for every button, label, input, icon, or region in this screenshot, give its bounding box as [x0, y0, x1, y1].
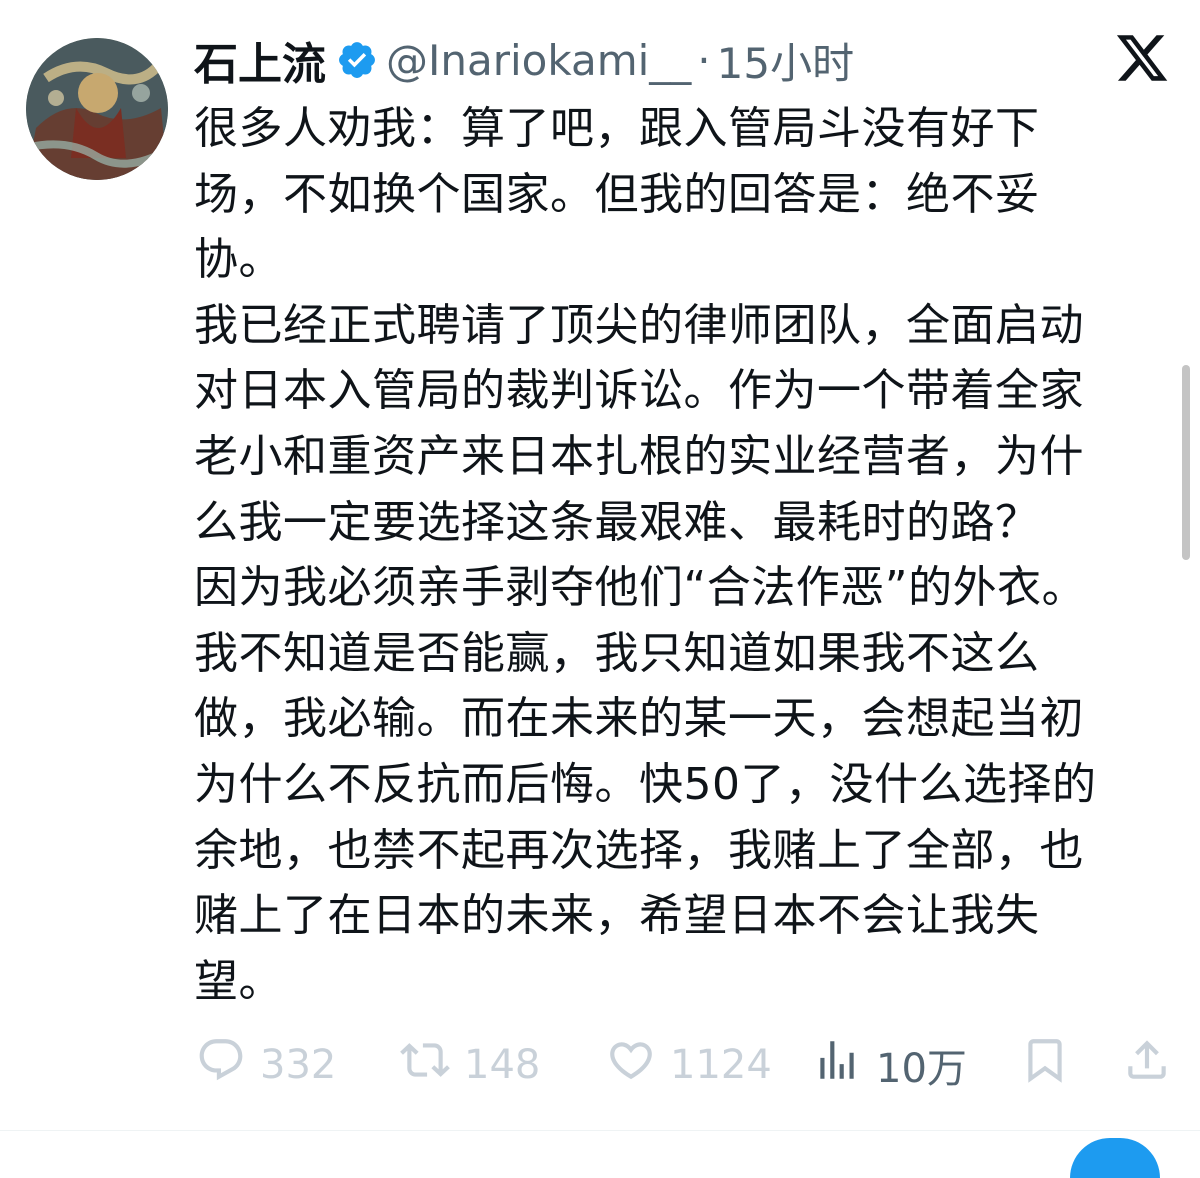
verified-badge-icon — [336, 39, 378, 81]
tweet-line: 余地，也禁不起再次选择，我赌上了全部，也 — [194, 824, 1084, 876]
tweet-line: 我已经正式聘请了顶尖的律师团队，全面启动 — [194, 299, 1084, 351]
author-avatar[interactable] — [26, 38, 168, 180]
repost-icon — [400, 1035, 450, 1095]
tweet-line: 为什么不反抗而后悔。快50了，没什么选择的 — [194, 758, 1097, 810]
tweet-text: 很多人劝我：算了吧，跟入管局斗没有好下 场，不如换个国家。但我的回答是：绝不妥 … — [194, 96, 1184, 1014]
tweet-line: 做，我必输。而在未来的某一天，会想起当初 — [194, 693, 1084, 745]
reply-button[interactable]: 332 — [196, 1030, 336, 1100]
tweet-line: 对日本入管局的裁判诉讼。作为一个带着全家 — [194, 365, 1084, 417]
avatar-artwork — [26, 38, 168, 180]
tweet-actions-bar: 332 148 1124 10万 — [0, 1030, 1200, 1100]
tweet-line: 望。 — [194, 955, 283, 1007]
handle-time-separator: · — [697, 35, 711, 85]
tweet-line: 我不知道是否能赢，我只知道如果我不这么 — [194, 627, 1040, 679]
repost-button[interactable]: 148 — [400, 1030, 540, 1100]
tweet-line: 很多人劝我：算了吧，跟入管局斗没有好下 — [194, 103, 1040, 154]
repost-count: 148 — [464, 1042, 541, 1088]
bookmark-icon — [1020, 1035, 1070, 1095]
views-button[interactable]: 10万 — [812, 1030, 967, 1100]
views-count: 10万 — [876, 1046, 967, 1092]
tweet-line: 因为我必须亲手剥夺他们“合法作恶”的外衣。 — [194, 562, 1087, 614]
heart-icon — [606, 1035, 656, 1095]
reply-icon — [196, 1035, 246, 1095]
divider — [0, 1130, 1200, 1131]
like-count: 1124 — [670, 1042, 772, 1088]
tweet-line: 么我一定要选择这条最艰难、最耗时的路？ — [194, 496, 1040, 548]
share-icon — [1122, 1035, 1172, 1095]
tweet-line: 赌上了在日本的未来，希望日本不会让我失 — [194, 890, 1040, 942]
tweet-header: 石上流 @Inariokami__ · 15小时 — [194, 28, 854, 92]
scrollbar[interactable] — [1182, 365, 1190, 560]
reply-count: 332 — [260, 1042, 337, 1088]
x-logo-icon[interactable] — [1114, 30, 1170, 86]
share-button[interactable] — [1122, 1030, 1172, 1100]
author-handle[interactable]: @Inariokami__ — [386, 36, 691, 85]
compose-fab[interactable] — [1070, 1138, 1160, 1178]
author-name[interactable]: 石上流 — [194, 28, 326, 92]
analytics-icon — [812, 1035, 862, 1095]
like-button[interactable]: 1124 — [606, 1030, 772, 1100]
tweet-line: 老小和重资产来日本扎根的实业经营者，为什 — [194, 430, 1084, 482]
tweet-line: 场，不如换个国家。但我的回答是：绝不妥 — [194, 168, 1040, 220]
bookmark-button[interactable] — [1020, 1030, 1070, 1100]
tweet-timestamp[interactable]: 15小时 — [717, 30, 854, 91]
tweet-line: 协。 — [194, 234, 283, 286]
